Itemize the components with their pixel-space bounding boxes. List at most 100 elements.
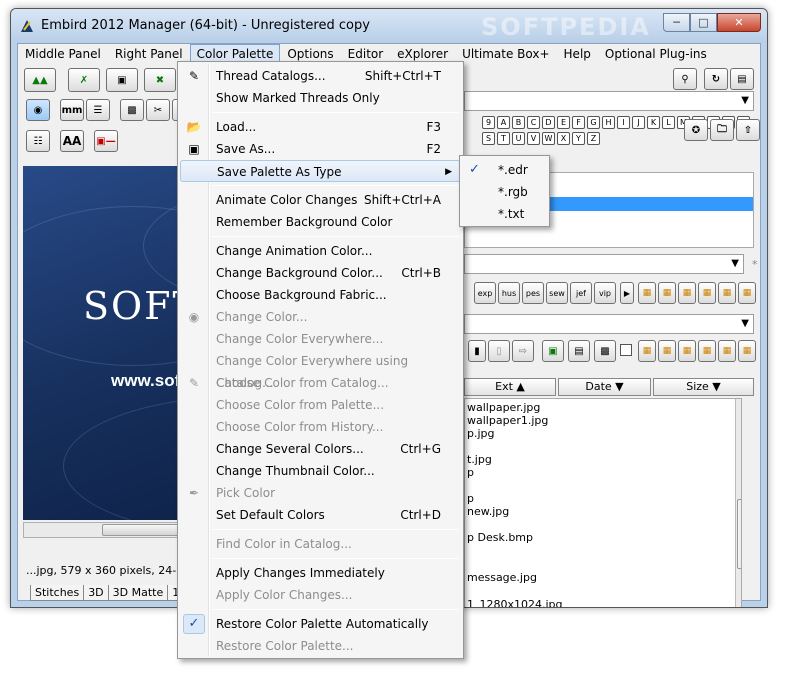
char-key[interactable]: 9 xyxy=(482,116,495,129)
thumbnail-size-icon[interactable]: ▦ xyxy=(738,340,756,362)
file-list-vertical-scrollbar[interactable] xyxy=(735,399,741,607)
menu-set-default-colors[interactable]: Set Default Colors Ctrl+D xyxy=(180,504,461,526)
thumbnail-size-icon[interactable]: ▦ xyxy=(718,282,736,304)
list-item[interactable]: message.jpg xyxy=(467,571,537,584)
path-combo[interactable]: ▼ xyxy=(464,91,754,111)
monitor-button[interactable]: ▩ xyxy=(120,99,144,121)
char-key[interactable]: I xyxy=(617,116,630,129)
char-key[interactable]: K xyxy=(647,116,660,129)
edit-stitch-button[interactable]: ✗ xyxy=(68,68,100,92)
char-key[interactable]: C xyxy=(527,116,540,129)
panel-button[interactable]: ▤ xyxy=(730,68,754,90)
menu-apply-changes-immediately[interactable]: Apply Changes Immediately xyxy=(180,562,461,584)
print-button[interactable]: ▤ xyxy=(568,340,590,362)
menu-ultimate-box[interactable]: Ultimate Box+ xyxy=(455,44,556,64)
thumbnail-size-icon[interactable]: ▦ xyxy=(658,340,676,362)
char-key[interactable]: U xyxy=(512,132,525,145)
tree-view-button[interactable]: ☷ xyxy=(26,130,50,152)
list-item[interactable]: new.jpg xyxy=(467,505,509,518)
delete-stitch-button[interactable]: ✖ xyxy=(144,68,176,92)
thumbnail-size-icon[interactable]: ▦ xyxy=(638,340,656,362)
menu-save-as[interactable]: ▣ Save As... F2 xyxy=(180,138,461,160)
char-key[interactable]: D xyxy=(542,116,555,129)
thumbnail-size-icon[interactable]: ▦ xyxy=(658,282,676,304)
column-ext[interactable]: Ext ▲ xyxy=(464,378,556,396)
stitch-view-button[interactable]: ▲▲ xyxy=(24,68,56,92)
thumbnail-size-icon[interactable]: ▦ xyxy=(718,340,736,362)
copy-button[interactable]: ▮ xyxy=(468,340,486,362)
new-folder-button[interactable]: ✪ xyxy=(684,119,708,141)
column-size[interactable]: Size ▼ xyxy=(653,378,754,396)
refresh-button[interactable]: ↻ xyxy=(704,68,728,90)
format-sew-button[interactable]: sew xyxy=(546,282,568,304)
char-key[interactable]: L xyxy=(662,116,675,129)
menu-choose-color-from-palette[interactable]: Choose Color from Palette... xyxy=(180,394,461,416)
format-jef-button[interactable]: jef xyxy=(570,282,592,304)
thumbnail-size-icon[interactable]: ▦ xyxy=(678,282,696,304)
zoom-button[interactable]: ⚲ xyxy=(673,68,697,90)
list-item[interactable]: p xyxy=(467,492,474,505)
tab-stitches[interactable]: Stitches xyxy=(30,585,85,601)
tools-button[interactable]: ✂ xyxy=(146,99,170,121)
next-format-icon[interactable]: ▶ xyxy=(620,282,634,304)
menu-change-thumbnail-color[interactable]: Change Thumbnail Color... xyxy=(180,460,461,482)
measure-mm-button[interactable]: mm xyxy=(60,99,84,121)
menu-choose-color-from-history[interactable]: Choose Color from History... xyxy=(180,416,461,438)
thumbnail-size-icon[interactable]: ▦ xyxy=(698,340,716,362)
char-key[interactable]: T xyxy=(497,132,510,145)
format-hus-button[interactable]: hus xyxy=(498,282,520,304)
menu-find-color-in-catalog[interactable]: Find Color in Catalog... xyxy=(180,533,461,555)
menu-restore-palette-automatically[interactable]: ✓ Restore Color Palette Automatically xyxy=(180,613,461,635)
file-list[interactable]: wallpaper.jpg wallpaper1.jpg p.jpg t.jpg… xyxy=(464,398,742,607)
menu-pick-color[interactable]: ✒ Pick Color xyxy=(180,482,461,504)
submenu-rgb[interactable]: *.rgb xyxy=(462,181,547,203)
menu-animate-color-changes[interactable]: Animate Color Changes Shift+Ctrl+A xyxy=(180,189,461,211)
menu-optional-plugins[interactable]: Optional Plug-ins xyxy=(598,44,714,64)
char-key[interactable]: B xyxy=(512,116,525,129)
scrollbar-thumb[interactable] xyxy=(737,499,741,569)
menu-save-palette-as-type[interactable]: Save Palette As Type ▶ xyxy=(180,160,461,182)
list-item[interactable]: wallpaper.jpg xyxy=(467,401,540,414)
folder-combo[interactable]: ▼ xyxy=(464,314,754,334)
list-item[interactable]: p Desk.bmp xyxy=(467,531,533,544)
save-to-button[interactable]: ▣ xyxy=(542,340,564,362)
list-item[interactable]: p.jpg xyxy=(467,427,495,440)
list-item[interactable]: t.jpg xyxy=(467,453,492,466)
format-pes-button[interactable]: pes xyxy=(522,282,544,304)
list-item[interactable]: p xyxy=(467,466,474,479)
format-vip-button[interactable]: vip xyxy=(594,282,616,304)
folder-button[interactable]: 🗀 xyxy=(710,119,734,141)
char-key[interactable]: G xyxy=(587,116,600,129)
title-bar[interactable]: Embird 2012 Manager (64-bit) - Unregiste… xyxy=(11,9,767,43)
select-checkbox[interactable] xyxy=(620,344,632,356)
menu-show-marked-threads[interactable]: Show Marked Threads Only xyxy=(180,87,461,109)
thumbnail-size-icon[interactable]: ▦ xyxy=(638,282,656,304)
menu-change-several-colors[interactable]: Change Several Colors... Ctrl+G xyxy=(180,438,461,460)
thumbnail-size-icon[interactable]: ▦ xyxy=(678,340,696,362)
list-item[interactable]: 1_1280x1024.jpg xyxy=(467,598,563,607)
close-button[interactable]: ✕ xyxy=(717,13,761,32)
char-key[interactable]: Y xyxy=(572,132,585,145)
char-key[interactable]: A xyxy=(497,116,510,129)
menu-remember-background-color[interactable]: Remember Background Color xyxy=(180,211,461,233)
font-aa-button[interactable]: AA xyxy=(60,130,84,152)
menu-change-color[interactable]: ◉ Change Color... xyxy=(180,306,461,328)
menu-change-background-color[interactable]: Change Background Color... Ctrl+B xyxy=(180,262,461,284)
menu-help[interactable]: Help xyxy=(557,44,598,64)
menu-change-animation-color[interactable]: Change Animation Color... xyxy=(180,240,461,262)
submenu-edr[interactable]: ✓ *.edr xyxy=(462,159,547,181)
menu-load[interactable]: 📂 Load... F3 xyxy=(180,116,461,138)
menu-restore-color-palette[interactable]: Restore Color Palette... xyxy=(180,635,461,657)
key-button[interactable]: ▣— xyxy=(94,130,118,152)
list-item[interactable]: wallpaper1.jpg xyxy=(467,414,548,427)
menu-apply-color-changes[interactable]: Apply Color Changes... xyxy=(180,584,461,606)
char-key[interactable]: V xyxy=(527,132,540,145)
camera-button[interactable]: ▣ xyxy=(106,68,138,92)
menu-choose-color-from-catalog[interactable]: ✎ Choose Color from Catalog... xyxy=(180,372,461,394)
monitor-export-button[interactable]: ▩ xyxy=(594,340,616,362)
thumbnail-size-icon[interactable]: ▦ xyxy=(738,282,756,304)
char-key[interactable]: F xyxy=(572,116,585,129)
char-key[interactable]: W xyxy=(542,132,555,145)
char-key[interactable]: X xyxy=(557,132,570,145)
maximize-button[interactable]: □ xyxy=(690,13,717,32)
